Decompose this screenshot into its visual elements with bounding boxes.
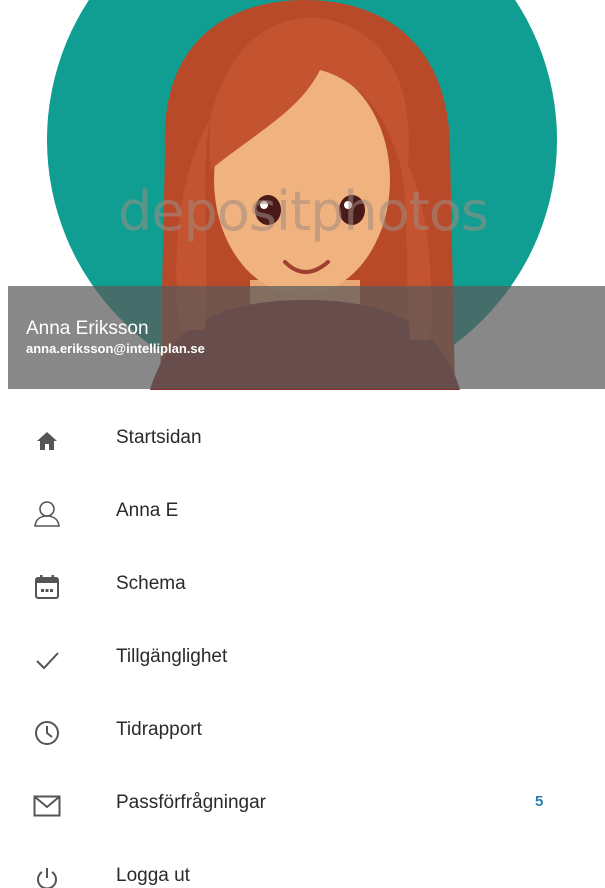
menu-item-logout[interactable]: Logga ut: [0, 842, 605, 888]
menu-item-tidrapport[interactable]: Tidrapport: [0, 696, 605, 769]
menu-item-label: Tillgänglighet: [116, 646, 228, 667]
menu-item-startsidan[interactable]: Startsidan: [0, 404, 605, 477]
power-icon: [30, 862, 64, 888]
menu-item-tillganglighet[interactable]: Tillgänglighet: [0, 623, 605, 696]
profile-email: anna.eriksson@intelliplan.se: [26, 341, 205, 356]
calendar-icon: [30, 570, 64, 604]
home-icon: [30, 424, 64, 458]
menu-item-schema[interactable]: Schema: [0, 550, 605, 623]
menu-item-label: Anna E: [116, 500, 179, 521]
menu-item-label: Startsidan: [116, 427, 202, 448]
checkmark-icon: [30, 643, 64, 677]
menu-item-passforfragningar[interactable]: Passförfrågningar 5: [0, 769, 605, 842]
navigation-drawer: depositphotos Anna Eriksson anna.eriksso…: [0, 0, 605, 888]
user-icon: [30, 497, 64, 531]
mail-icon: [30, 789, 64, 823]
drawer-menu: Startsidan Anna E Schema Tillgänglighet: [0, 404, 605, 888]
menu-item-label: Schema: [116, 573, 186, 594]
notification-count-badge: 5: [535, 793, 544, 810]
menu-item-label: Tidrapport: [116, 719, 202, 740]
clock-icon: [30, 716, 64, 750]
menu-item-profile[interactable]: Anna E: [0, 477, 605, 550]
menu-item-label: Passförfrågningar: [116, 792, 266, 813]
profile-header: depositphotos Anna Eriksson anna.eriksso…: [0, 0, 605, 390]
watermark-text: depositphotos: [118, 180, 489, 243]
menu-item-label: Logga ut: [116, 865, 190, 886]
profile-name: Anna Eriksson: [26, 318, 149, 339]
